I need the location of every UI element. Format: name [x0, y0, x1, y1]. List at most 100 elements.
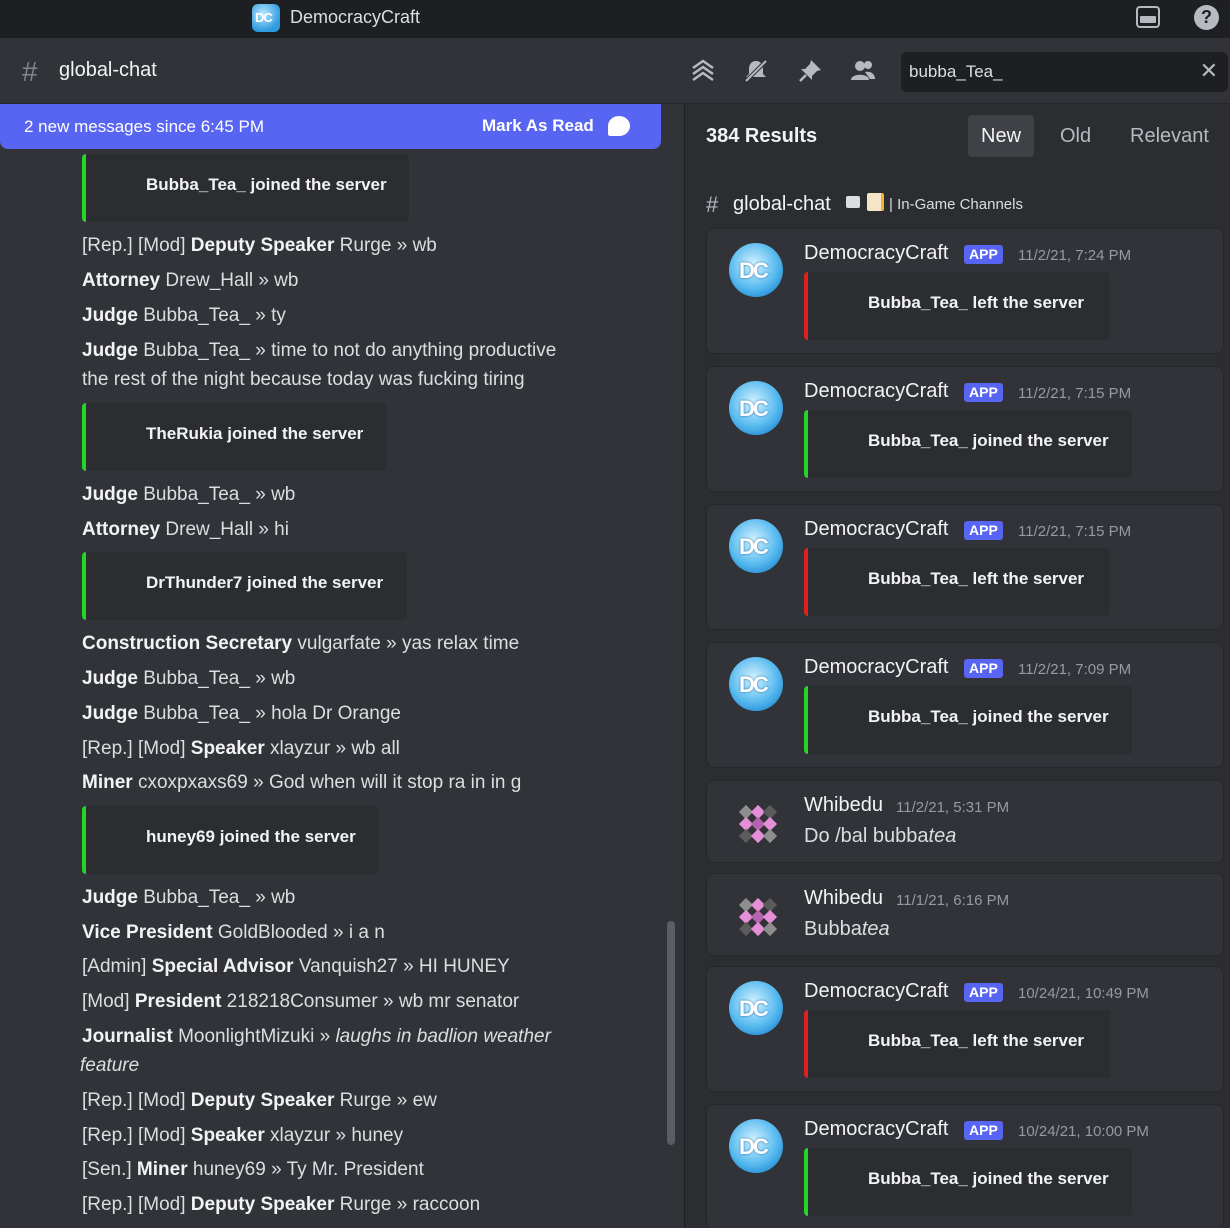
result-username[interactable]: DemocracyCraft	[804, 242, 948, 265]
democracycraft-avatar[interactable]: DC	[729, 243, 783, 297]
message-prefix: [Rep.] [Mod]	[82, 1125, 191, 1146]
search-result[interactable]: DC DemocracyCraft APP 10/24/21, 10:49 PM Bub…	[706, 966, 1224, 1092]
message-text: hi	[274, 519, 289, 540]
message-role: Judge	[82, 887, 138, 908]
search-result[interactable]: Whibedu 11/1/21, 6:16 PM Bubbatea	[706, 873, 1224, 956]
message-separator: »	[253, 519, 275, 540]
message-separator: »	[314, 1026, 336, 1047]
chat-message: Attorney Drew_Hall » wb	[82, 270, 298, 292]
sort-old-button[interactable]: Old	[1047, 115, 1104, 157]
chat-message: Judge Bubba_Tea_ » wb	[82, 668, 295, 690]
message-separator: »	[397, 956, 419, 977]
result-timestamp: 11/1/21, 6:16 PM	[896, 892, 1010, 909]
message-role: Deputy Speaker	[190, 235, 335, 256]
chat-message: [Rep.] [Mod] Deputy Speaker Rurge » racc…	[82, 1194, 480, 1216]
result-timestamp: 11/2/21, 7:09 PM	[1018, 661, 1132, 678]
search-result[interactable]: DC DemocracyCraft APP 11/2/21, 7:24 PM Bubba…	[706, 228, 1224, 354]
search-result[interactable]: Whibedu 11/2/21, 5:31 PM Do /bal bubbatea	[706, 780, 1224, 863]
embed-text: Bubba_Tea_ joined the server	[868, 431, 1109, 450]
pin-icon[interactable]	[797, 58, 823, 84]
join-embed: Bubba_Tea_ left the server	[804, 272, 1110, 340]
message-text: wb mr senator	[398, 991, 520, 1012]
result-username[interactable]: DemocracyCraft	[804, 656, 948, 679]
message-separator: »	[249, 340, 272, 361]
result-username[interactable]: DemocracyCraft	[804, 518, 948, 541]
search-input[interactable]	[909, 58, 1179, 86]
avatar-logo-text: DC	[739, 996, 769, 1021]
message-role: Vice President	[82, 922, 213, 943]
app-badge: APP	[964, 983, 1003, 1002]
chat-message: Vice President GoldBlooded » i a n	[82, 922, 385, 944]
democracycraft-avatar[interactable]: DC	[729, 381, 783, 435]
close-icon[interactable]: ✕	[1200, 58, 1218, 84]
channel-header: # global-chat ✕	[0, 38, 1230, 104]
message-user: Bubba_Tea_	[137, 887, 250, 908]
help-icon[interactable]: ?	[1194, 5, 1219, 30]
democracycraft-avatar[interactable]: DC	[729, 981, 783, 1035]
whibedu-avatar[interactable]	[729, 890, 783, 944]
hash-icon: #	[706, 192, 719, 217]
search-result[interactable]: DC DemocracyCraft APP 11/2/21, 7:15 PM Bubba…	[706, 504, 1224, 630]
message-user: Drew_Hall	[160, 270, 254, 291]
result-username[interactable]: DemocracyCraft	[804, 980, 948, 1003]
chat-area: Bubba_Tea_ joined the server [Rep.] [Mod]…	[0, 104, 684, 1228]
search-results-panel: 384 Results New Old Relevant # global-ch…	[684, 104, 1230, 1228]
result-username[interactable]: DemocracyCraft	[804, 1118, 948, 1141]
message-text: feature	[80, 1055, 140, 1076]
message-user: Bubba_Tea_	[137, 668, 250, 689]
search-box[interactable]: ✕	[901, 52, 1228, 92]
message-user: Bubba_Tea_	[137, 305, 250, 326]
inbox-icon[interactable]	[1136, 6, 1160, 28]
avatar-logo-text: DC	[739, 534, 769, 559]
join-embed: Bubba_Tea_ joined the server	[804, 1148, 1132, 1216]
avatar-logo-text: DC	[739, 396, 769, 421]
result-username[interactable]: DemocracyCraft	[804, 380, 948, 403]
result-channel-category: | In-Game Channels	[889, 196, 1023, 213]
sort-new-button[interactable]: New	[968, 115, 1035, 157]
memo-icon	[867, 193, 884, 211]
mark-read-icon[interactable]	[608, 116, 630, 136]
result-username[interactable]: Whibedu	[804, 794, 883, 817]
chat-message: Judge Bubba_Tea_ » ty	[82, 305, 286, 327]
result-message-text: Do /bal bubbatea	[804, 825, 956, 848]
message-text: ew	[412, 1090, 437, 1111]
message-role: Judge	[82, 340, 138, 361]
search-result[interactable]: DC DemocracyCraft APP 11/2/21, 7:09 PM Bubba…	[706, 642, 1224, 768]
search-result[interactable]: DC DemocracyCraft APP 11/2/21, 7:15 PM Bubba…	[706, 366, 1224, 492]
democracycraft-avatar[interactable]: DC	[729, 657, 783, 711]
message-text: wb	[271, 887, 296, 908]
democracycraft-avatar[interactable]: DC	[729, 519, 783, 573]
sort-relevant-button[interactable]: Relevant	[1117, 115, 1222, 157]
members-icon[interactable]	[850, 58, 876, 84]
democracycraft-logo-icon: DC	[252, 4, 280, 32]
app-badge: APP	[964, 1121, 1003, 1140]
mark-as-read-button[interactable]: Mark As Read	[482, 116, 594, 136]
message-role: Judge	[82, 305, 138, 326]
mute-icon[interactable]	[743, 58, 769, 84]
join-embed: DrThunder7 joined the server	[82, 552, 407, 620]
message-role: Special Advisor	[151, 956, 294, 977]
scrollbar[interactable]	[667, 921, 675, 1145]
result-channel-name[interactable]: global-chat	[733, 193, 831, 216]
new-messages-bar[interactable]: 2 new messages since 6:45 PM Mark As Rea…	[0, 104, 661, 149]
avatar-logo-text: DC	[739, 672, 769, 697]
message-separator: »	[249, 887, 272, 908]
message-prefix: [Rep.] [Mod]	[82, 235, 191, 256]
message-user: xlayzur	[264, 738, 331, 759]
message-text: wb	[274, 270, 299, 291]
message-text: i a n	[348, 922, 385, 943]
message-role: Attorney	[82, 519, 161, 540]
result-timestamp: 10/24/21, 10:00 PM	[1018, 1123, 1149, 1140]
join-embed: huney69 joined the server	[82, 806, 379, 874]
message-user: xlayzur	[264, 1125, 331, 1146]
message-user: Rurge	[334, 235, 392, 256]
app-title: DemocracyCraft	[290, 7, 421, 27]
search-result[interactable]: DC DemocracyCraft APP 10/24/21, 10:00 PM Bub…	[706, 1104, 1224, 1228]
democracycraft-avatar[interactable]: DC	[729, 1119, 783, 1173]
result-username[interactable]: Whibedu	[804, 887, 883, 910]
whibedu-avatar[interactable]	[729, 797, 783, 851]
threads-icon[interactable]	[690, 58, 716, 84]
chat-message: [Mod] President 218218Consumer » wb mr s…	[82, 991, 519, 1013]
result-timestamp: 11/2/21, 7:24 PM	[1018, 247, 1132, 264]
result-timestamp: 11/2/21, 7:15 PM	[1018, 523, 1132, 540]
